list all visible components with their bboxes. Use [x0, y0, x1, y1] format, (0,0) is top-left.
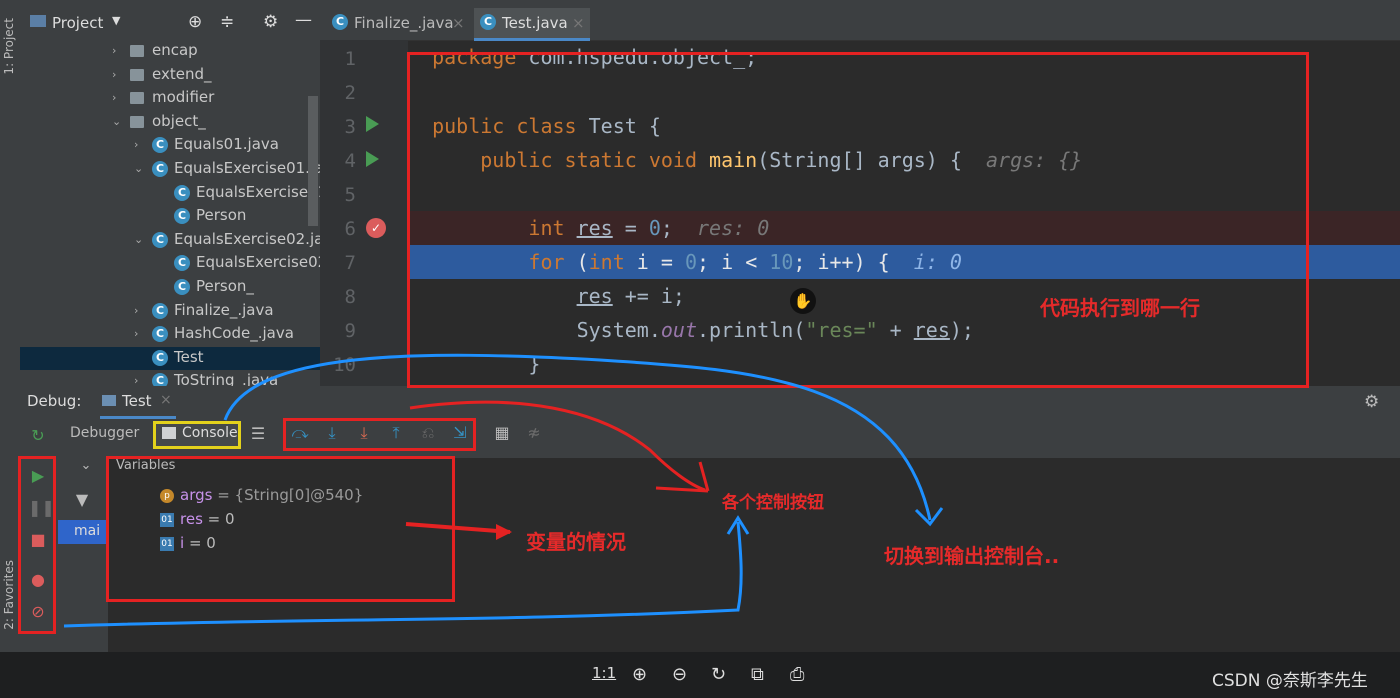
- variables-arrow: [405, 522, 511, 534]
- controls-arrow: [409, 400, 706, 492]
- console-arrow: [223, 353, 932, 521]
- actions-arrow: [63, 521, 743, 628]
- controls-arrowhead: [698, 461, 710, 492]
- variables-arrowhead: [496, 524, 512, 540]
- annotation-arrows: [63, 353, 944, 628]
